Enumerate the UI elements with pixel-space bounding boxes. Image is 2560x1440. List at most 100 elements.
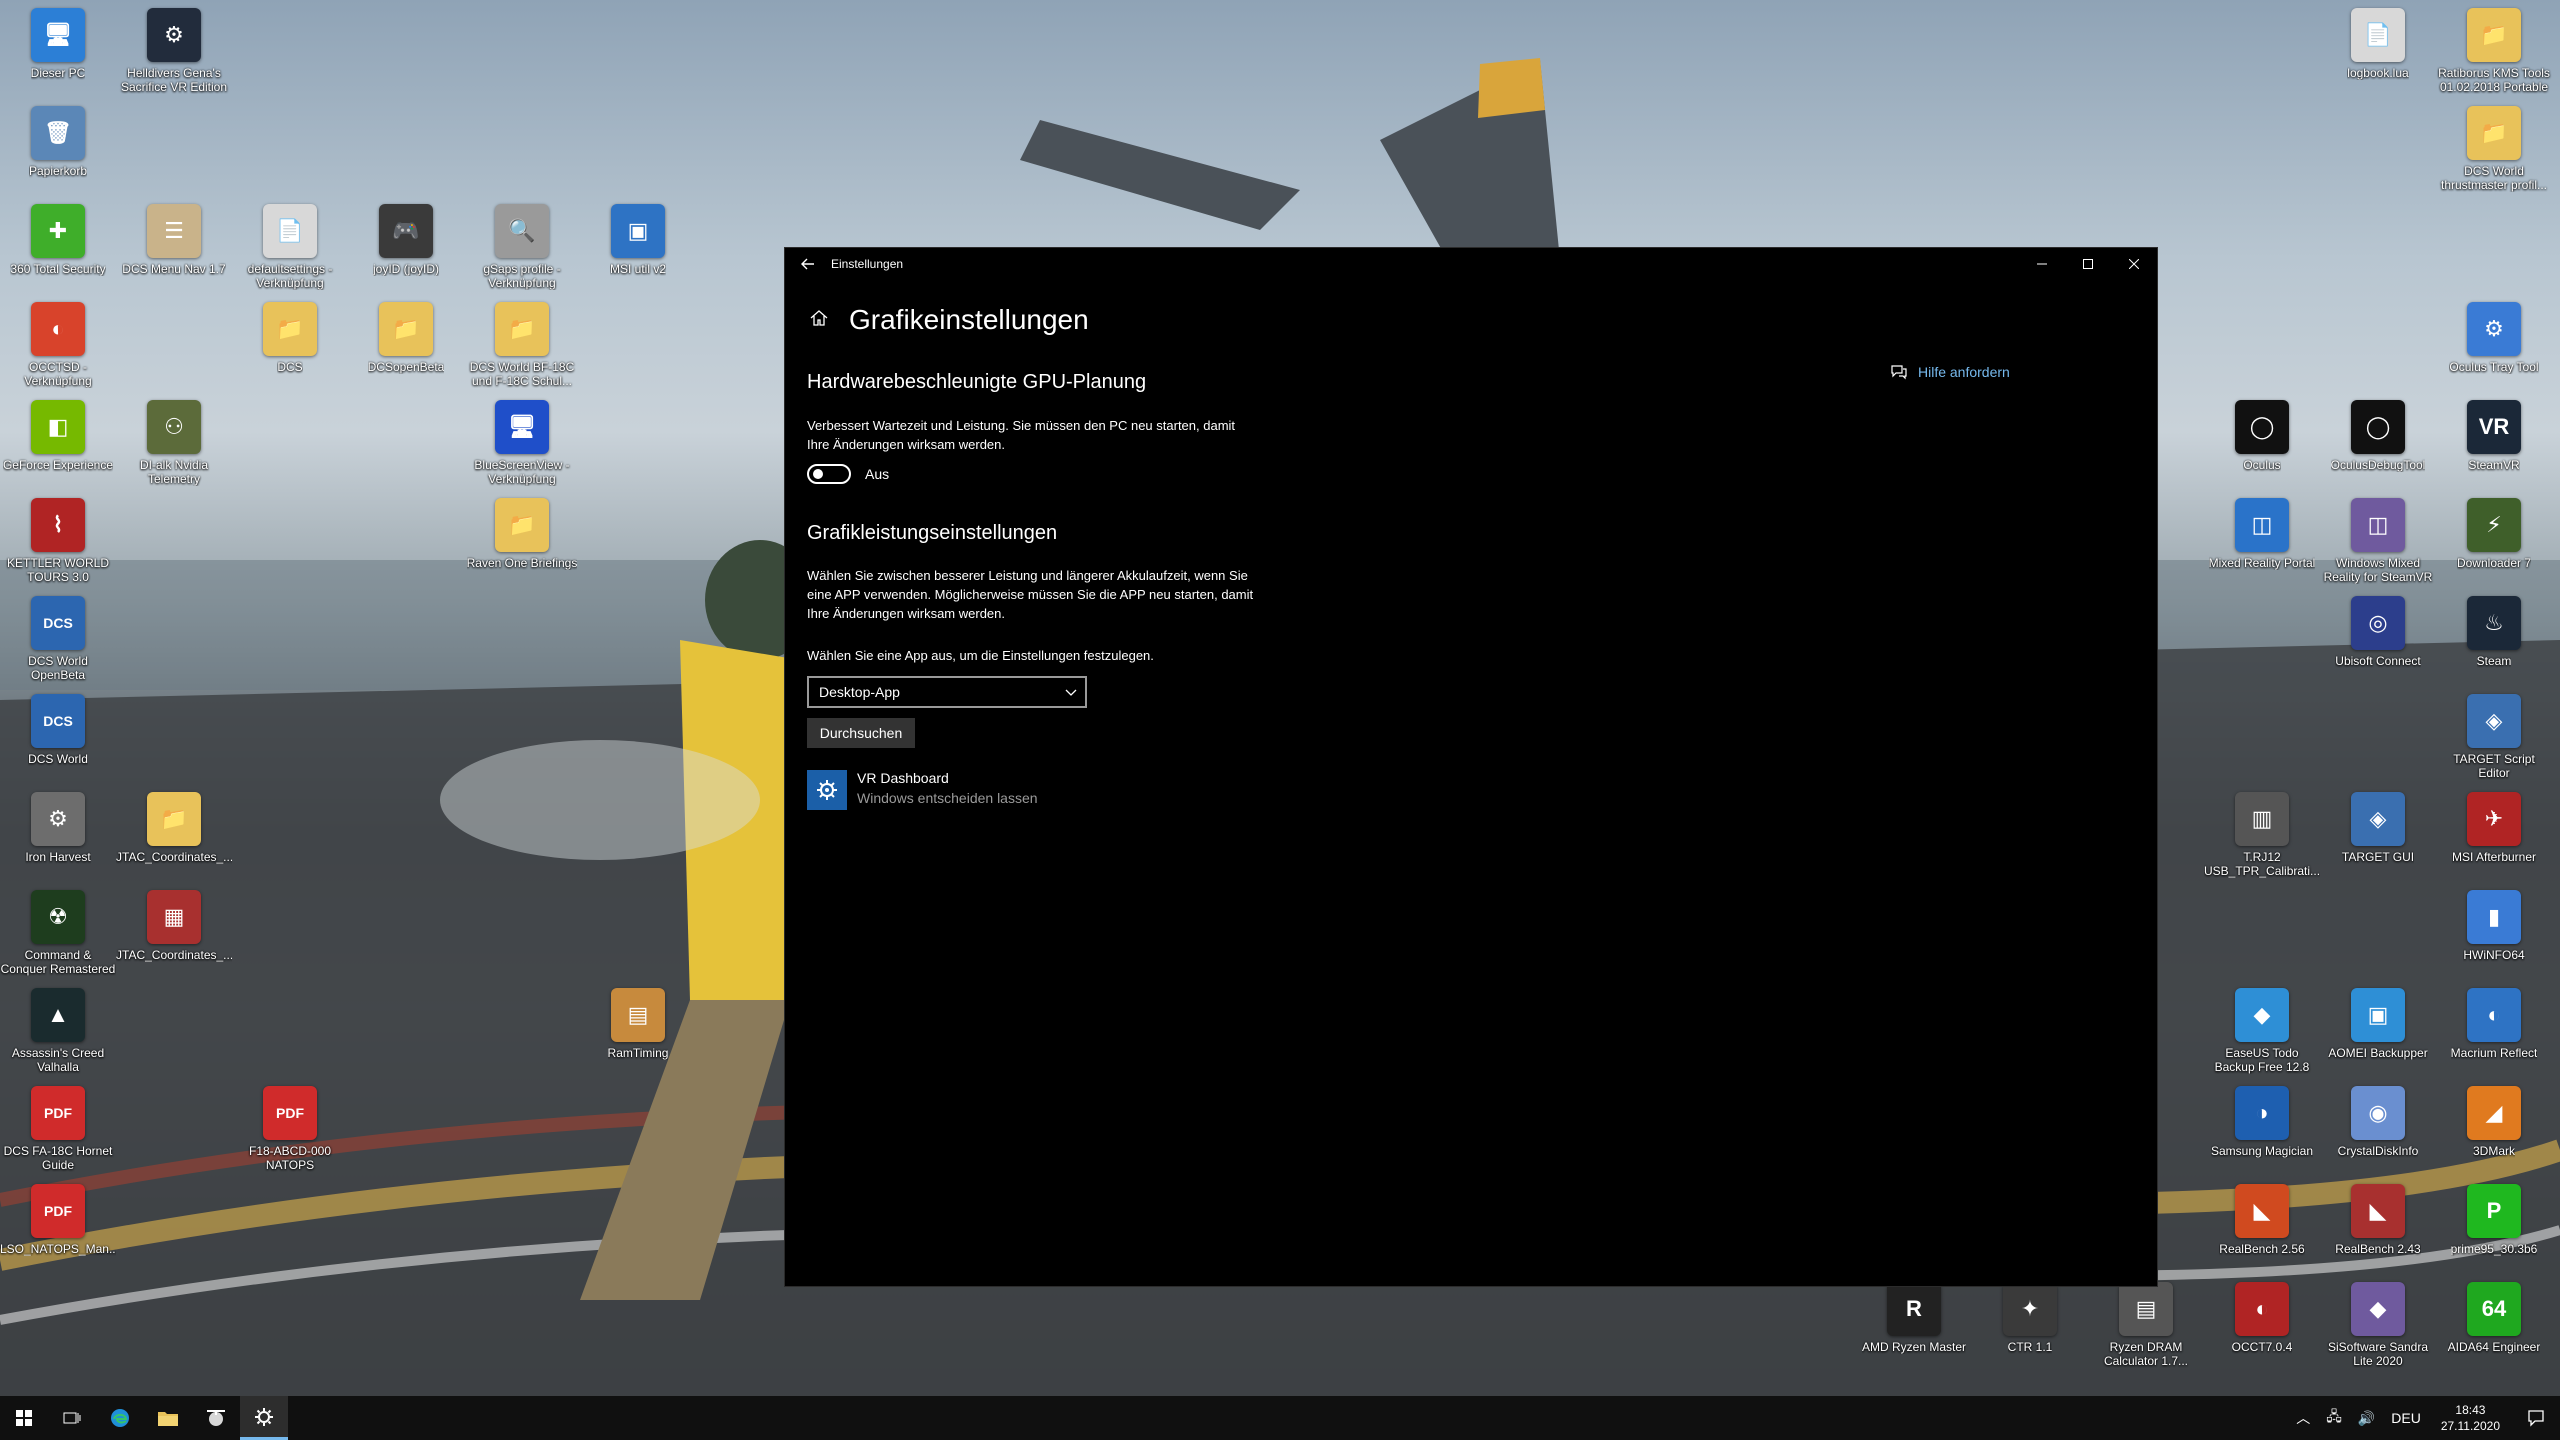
shortcut-label: Iron Harvest: [25, 850, 91, 864]
network-icon[interactable]: 🖧: [2318, 1406, 2350, 1430]
minimize-button[interactable]: [2019, 248, 2065, 280]
desktop-shortcut[interactable]: PDF F18-ABCD-000 NATOPS: [232, 1086, 348, 1172]
desktop-shortcut[interactable]: ◣ RealBench 2.43: [2320, 1184, 2436, 1256]
window-titlebar[interactable]: Einstellungen: [785, 248, 2157, 280]
desktop-shortcut[interactable]: ◐ OCCT7.0.4: [2204, 1282, 2320, 1354]
desktop-shortcut[interactable]: ◧ GeForce Experience: [0, 400, 116, 472]
task-view-icon: [63, 1412, 81, 1424]
taskbar-app-button[interactable]: [192, 1396, 240, 1440]
shortcut-label: Oculus: [2243, 458, 2281, 472]
shortcut-label: Dieser PC: [30, 66, 86, 80]
system-clock[interactable]: 18:43 27.11.2020: [2429, 1402, 2512, 1434]
desktop-shortcut[interactable]: 📄 defaultsettings - Verknüpfung: [232, 204, 348, 290]
desktop-shortcut[interactable]: 🖥 Dieser PC: [0, 8, 116, 80]
desktop-shortcut[interactable]: ⚙ Helldivers Gena's Sacrifice VR Edition: [116, 8, 232, 94]
speaker-icon[interactable]: 🔊: [2350, 1410, 2383, 1427]
desktop-shortcut[interactable]: ⚡ Downloader 7: [2436, 498, 2552, 570]
desktop-shortcut[interactable]: 📁 Ratiborus KMS Tools 01.02.2018 Portable: [2436, 8, 2552, 94]
shortcut-label: Assassin's Creed Valhalla: [11, 1046, 105, 1074]
shortcut-app-icon: 📄: [2351, 8, 2405, 62]
desktop-shortcut[interactable]: ◐ Macrium Reflect: [2436, 988, 2552, 1060]
desktop-shortcut[interactable]: ◢ 3DMark: [2436, 1086, 2552, 1158]
desktop-shortcut[interactable]: 🖥 BlueScreenView - Verknüpfung: [464, 400, 580, 486]
desktop-shortcut[interactable]: 📁 JTAC_Coordinates_...: [116, 792, 232, 864]
shortcut-label: gSaps profile - Verknüpfung: [483, 262, 561, 290]
desktop-shortcut[interactable]: ◈ TARGET GUI: [2320, 792, 2436, 864]
desktop-shortcut[interactable]: ⌇ KETTLER WORLD TOURS 3.0: [0, 498, 116, 584]
taskbar-edge-button[interactable]: [96, 1396, 144, 1440]
shortcut-app-icon: 64: [2467, 1282, 2521, 1336]
desktop-shortcut[interactable]: VR SteamVR: [2436, 400, 2552, 472]
desktop-shortcut[interactable]: 📁 DCS: [232, 302, 348, 374]
desktop-shortcut[interactable]: ♨ Steam: [2436, 596, 2552, 668]
home-icon[interactable]: [809, 308, 829, 328]
desktop-shortcut[interactable]: ☰ DCS Menu Nav 1.7: [116, 204, 232, 276]
help-link[interactable]: Hilfe anfordern: [1890, 364, 2010, 380]
desktop-shortcut[interactable]: 📁 DCS World thrustmaster profil...: [2436, 106, 2552, 192]
desktop-shortcut[interactable]: DCS DCS World: [0, 694, 116, 766]
desktop-shortcut[interactable]: 🔍 gSaps profile - Verknüpfung: [464, 204, 580, 290]
desktop-shortcut[interactable]: ✦ CTR 1.1: [1972, 1282, 2088, 1354]
app-type-dropdown[interactable]: Desktop-App: [807, 676, 1087, 708]
desktop-shortcut[interactable]: ◣ RealBench 2.56: [2204, 1184, 2320, 1256]
desktop-shortcut[interactable]: 📄 logbook.lua: [2320, 8, 2436, 80]
desktop-shortcut[interactable]: ◫ Mixed Reality Portal: [2204, 498, 2320, 570]
desktop-shortcut[interactable]: ▥ T.RJ12 USB_TPR_Calibrati...: [2204, 792, 2320, 878]
desktop-shortcut[interactable]: DCS DCS World OpenBeta: [0, 596, 116, 682]
desktop-shortcut[interactable]: ▤ Ryzen DRAM Calculator 1.7...: [2088, 1282, 2204, 1368]
input-language[interactable]: DEU: [2383, 1410, 2429, 1426]
taskbar-explorer-button[interactable]: [144, 1396, 192, 1440]
desktop-shortcut[interactable]: ◫ Windows Mixed Reality for SteamVR: [2320, 498, 2436, 584]
shortcut-label: JTAC_Coordinates_...: [116, 948, 232, 962]
taskbar-settings-button[interactable]: [240, 1396, 288, 1440]
shortcut-app-icon: ◐: [31, 302, 85, 356]
desktop-shortcut[interactable]: Pprime95_30.3b6: [2436, 1184, 2552, 1256]
desktop-shortcut[interactable]: ◐ OCCTSD - Verknüpfung: [0, 302, 116, 388]
desktop-shortcut[interactable]: 64 AIDA64 Engineer: [2436, 1282, 2552, 1354]
desktop-shortcut[interactable]: ▣ MSI util v2: [580, 204, 696, 276]
gpu-scheduling-toggle-state: Aus: [865, 466, 890, 482]
back-button[interactable]: [785, 248, 831, 280]
desktop-shortcut[interactable]: ▦ JTAC_Coordinates_...: [116, 890, 232, 962]
desktop-shortcut[interactable]: ◯ OculusDebugTool: [2320, 400, 2436, 472]
shortcut-app-icon: 📁: [263, 302, 317, 356]
start-button[interactable]: [0, 1396, 48, 1440]
desktop-shortcut[interactable]: 🗑 Papierkorb: [0, 106, 116, 178]
task-view-button[interactable]: [48, 1396, 96, 1440]
maximize-button[interactable]: [2065, 248, 2111, 280]
close-button[interactable]: [2111, 248, 2157, 280]
desktop-shortcut[interactable]: ◑ Samsung Magician: [2204, 1086, 2320, 1158]
shortcut-label: DCS World BF-18C und F-18C Schul...: [469, 360, 575, 388]
desktop-shortcut[interactable]: ◉ CrystalDiskInfo: [2320, 1086, 2436, 1158]
desktop-shortcut[interactable]: PDF LSO_NATOPS_Man...: [0, 1184, 116, 1256]
desktop-shortcut[interactable]: 📁 DCSopenBeta: [348, 302, 464, 374]
action-center-button[interactable]: [2512, 1409, 2560, 1427]
desktop-shortcut[interactable]: ▮ HWiNFO64: [2436, 890, 2552, 962]
shortcut-app-icon: ◆: [2235, 988, 2289, 1042]
desktop-shortcut[interactable]: ◈ TARGET Script Editor: [2436, 694, 2552, 780]
desktop-shortcut[interactable]: ◆ SiSoftware Sandra Lite 2020: [2320, 1282, 2436, 1368]
desktop-shortcut[interactable]: ✚ 360 Total Security: [0, 204, 116, 276]
desktop-shortcut[interactable]: 📁 DCS World BF-18C und F-18C Schul...: [464, 302, 580, 388]
desktop-shortcut[interactable]: ◆ EaseUS Todo Backup Free 12.8: [2204, 988, 2320, 1074]
desktop-shortcut[interactable]: ⚙ Oculus Tray Tool: [2436, 302, 2552, 374]
desktop-shortcut[interactable]: ▤ RamTiming: [580, 988, 696, 1060]
gpu-scheduling-toggle[interactable]: [807, 464, 851, 484]
desktop-shortcut[interactable]: PDF DCS FA-18C Hornet Guide: [0, 1086, 116, 1172]
desktop-shortcut[interactable]: ▣ AOMEI Backupper: [2320, 988, 2436, 1060]
desktop-shortcut[interactable]: 📁 Raven One Briefings: [464, 498, 580, 570]
tray-overflow-chevron-up-icon[interactable]: ︿: [2288, 1408, 2318, 1428]
app-list-item[interactable]: VR Dashboard Windows entscheiden lassen: [807, 770, 1038, 810]
desktop-shortcut[interactable]: ◯ Oculus: [2204, 400, 2320, 472]
desktop-shortcut[interactable]: ☢ Command & Conquer Remastered: [0, 890, 116, 976]
shortcut-label: DCS Menu Nav 1.7: [122, 262, 226, 276]
desktop-shortcut[interactable]: 🎮 joyID (joyID): [348, 204, 464, 276]
desktop-shortcut[interactable]: ⚇ DI-alk Nvidia Telemetry: [116, 400, 232, 486]
desktop-shortcut[interactable]: ◎ Ubisoft Connect: [2320, 596, 2436, 668]
desktop-shortcut[interactable]: ▲ Assassin's Creed Valhalla: [0, 988, 116, 1074]
desktop-shortcut[interactable]: R AMD Ryzen Master: [1856, 1282, 1972, 1354]
desktop-shortcut[interactable]: ✈ MSI Afterburner: [2436, 792, 2552, 864]
shortcut-app-icon: 📄: [263, 204, 317, 258]
desktop-shortcut[interactable]: ⚙ Iron Harvest: [0, 792, 116, 864]
browse-button[interactable]: Durchsuchen: [807, 718, 915, 748]
